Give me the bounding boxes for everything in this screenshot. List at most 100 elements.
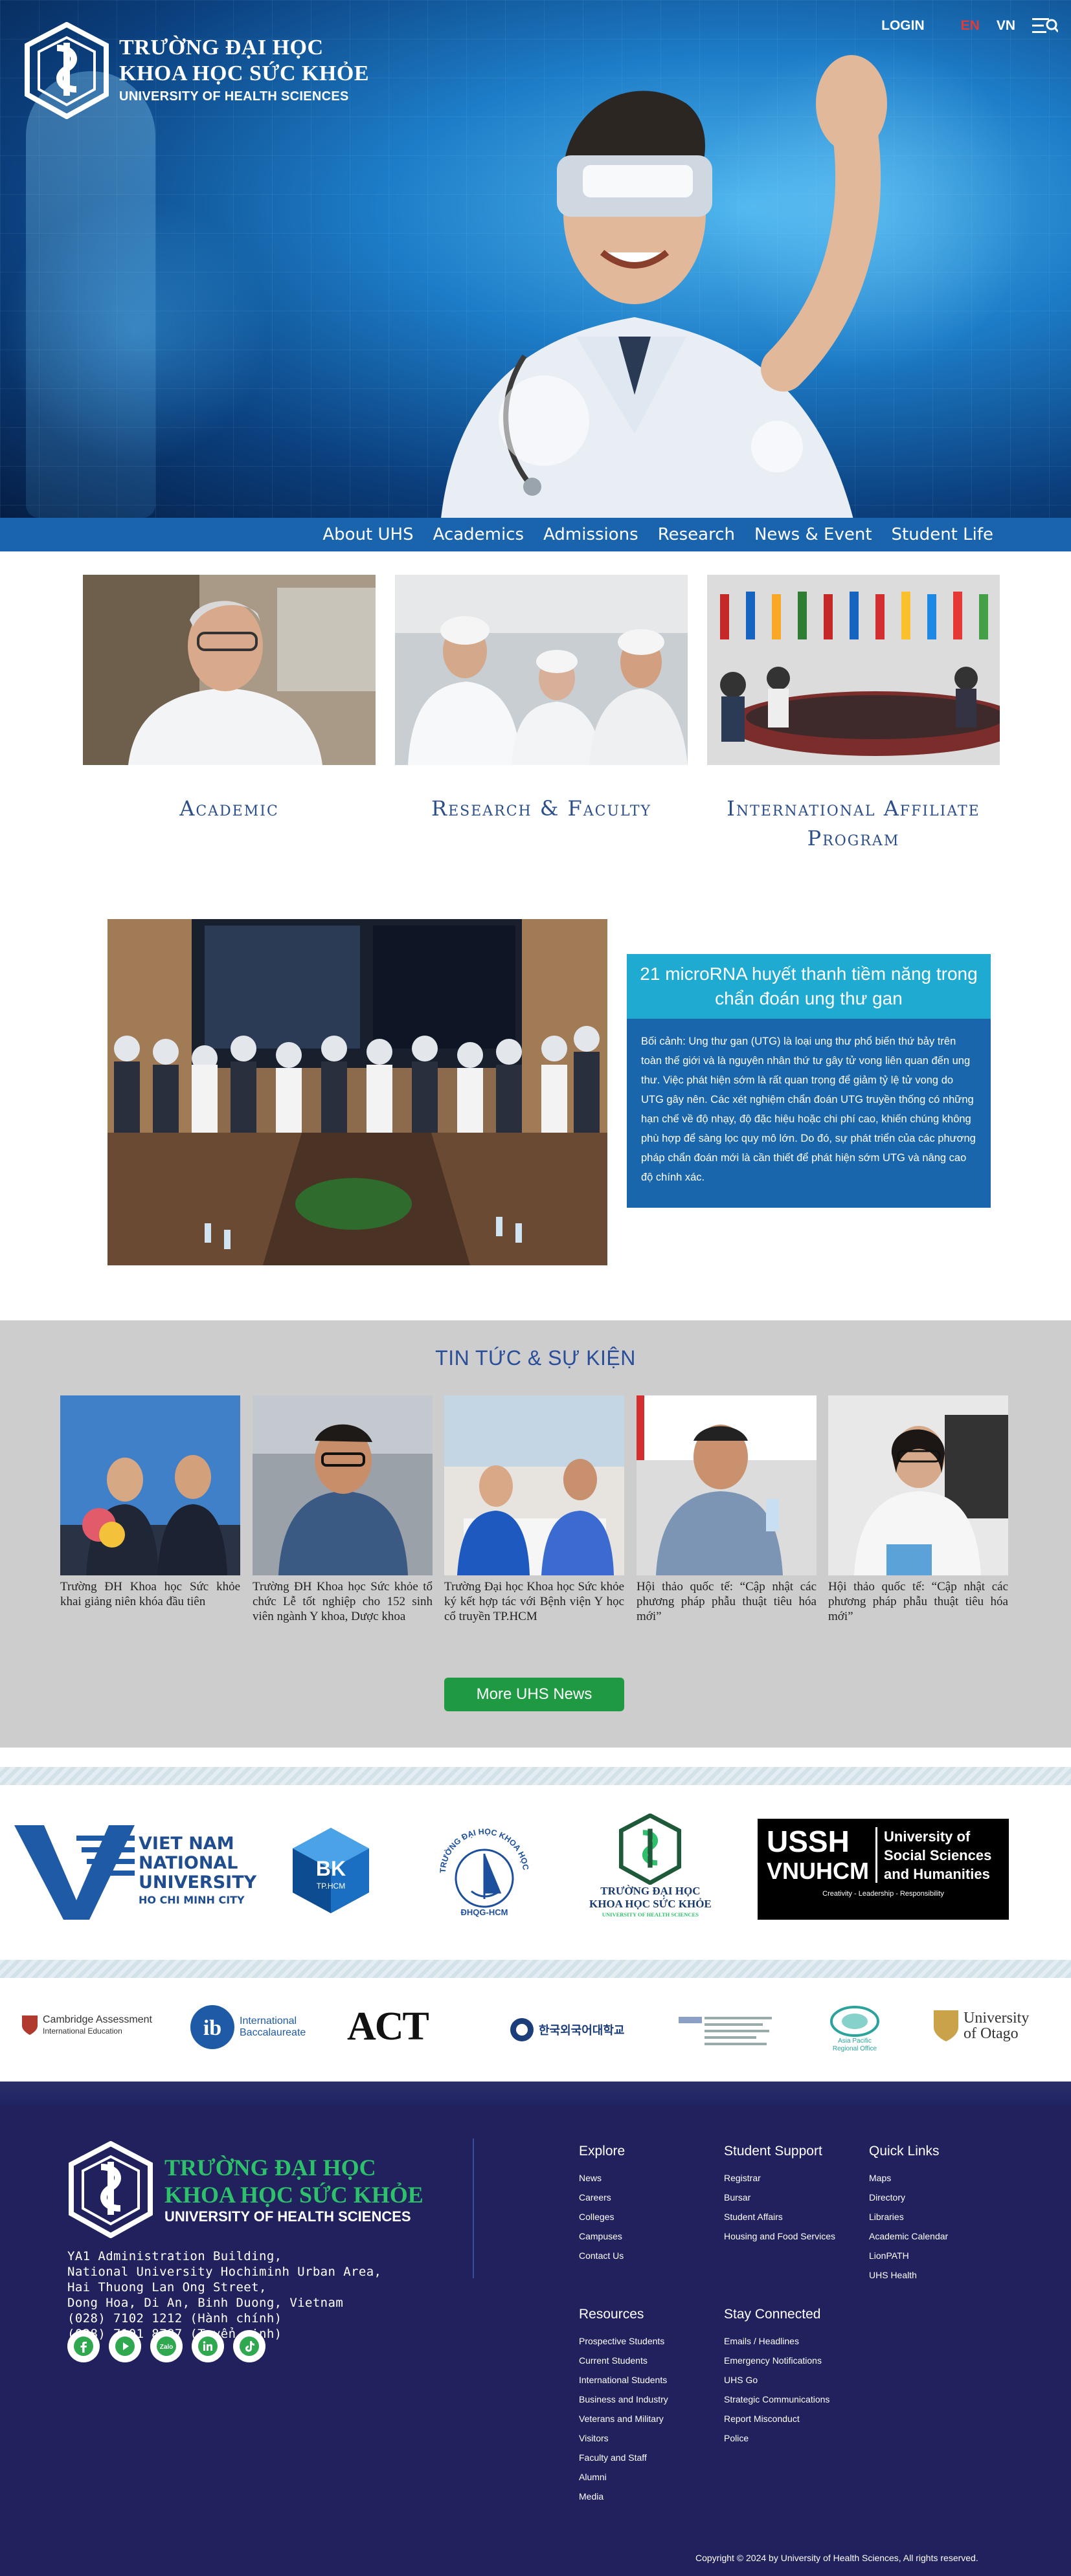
nav-news-event[interactable]: News & Event [754, 524, 872, 545]
main-navigation: About UHS Academics Admissions Research … [0, 518, 1071, 551]
news-caption[interactable]: Trường Đại học Khoa học Sức khỏe ký kết … [444, 1579, 624, 1624]
university-crest-icon [25, 22, 109, 119]
nav-student-life[interactable]: Student Life [892, 524, 993, 545]
linkedin-icon[interactable] [192, 2330, 224, 2362]
act-logo[interactable]: ACT [347, 2004, 429, 2050]
hufs-logo[interactable]: 한국외국어대학교 [509, 2017, 624, 2043]
vnu-emblem-icon [14, 1825, 135, 1920]
footer-link[interactable]: LionPATH [869, 2246, 948, 2265]
footer-link[interactable]: Registrar [724, 2168, 835, 2188]
news-caption[interactable]: Trường ĐH Khoa học Sức khỏe khai giảng n… [60, 1579, 240, 1609]
news-photo [253, 1395, 433, 1575]
footer-link[interactable]: Contact Us [579, 2246, 625, 2265]
ib-line-1: International [240, 2015, 297, 2026]
footer-logo-line-3: UNIVERSITY OF HEALTH SCIENCES [164, 2208, 411, 2225]
footer-link[interactable]: News [579, 2168, 625, 2188]
tiktok-icon[interactable] [233, 2330, 265, 2362]
vnu-hcm-logo[interactable]: VIET NAM NATIONAL UNIVERSITY HO CHI MINH… [12, 1823, 256, 1920]
site-logo[interactable]: TRƯỜNG ĐẠI HỌC KHOA HỌC SỨC KHỎE UNIVERS… [23, 22, 369, 119]
facebook-icon[interactable] [67, 2330, 100, 2362]
footer-link[interactable]: UHS Go [724, 2370, 829, 2390]
news-caption[interactable]: Hội thảo quốc tế: “Cập nhật các phương p… [637, 1579, 817, 1624]
footer-link[interactable]: Visitors [579, 2428, 668, 2448]
footer-link[interactable]: Housing and Food Services [724, 2226, 835, 2246]
footer-link[interactable]: Prospective Students [579, 2331, 668, 2351]
program-academic[interactable]: Academic [83, 575, 376, 823]
zalo-icon[interactable]: Zalo [150, 2330, 183, 2362]
footer-link[interactable]: Police [724, 2428, 829, 2448]
asia-pacific-logo[interactable]: Asia Pacific Regional Office [829, 2005, 881, 2053]
footer-link[interactable]: Veterans and Military [579, 2409, 668, 2428]
program-international-label: International Affiliate Program [727, 796, 980, 850]
uhs-partner-logo[interactable]: TRƯỜNG ĐẠI HỌC KHOA HỌC SỨC KHỎE UNIVERS… [589, 1814, 712, 1918]
phone-admin[interactable]: (028) 7102 1212 (Hành chính) [67, 2311, 381, 2326]
feature-article-title[interactable]: 21 microRNA huyết thanh tiềm năng trong … [627, 954, 991, 1019]
nav-about-uhs[interactable]: About UHS [322, 524, 413, 545]
footer-link[interactable]: Business and Industry [579, 2390, 668, 2409]
footer-link[interactable]: Colleges [579, 2207, 625, 2226]
partner-small-logo[interactable] [677, 2014, 774, 2050]
uhs-partner-line-2: KHOA HỌC SỨC KHỎE [589, 1898, 712, 1910]
hero-banner: TRƯỜNG ĐẠI HỌC KHOA HỌC SỨC KHỎE UNIVERS… [0, 0, 1071, 518]
language-en[interactable]: EN [961, 18, 980, 34]
news-item[interactable]: Trường ĐH Khoa học Sức khỏe khai giảng n… [60, 1395, 240, 1609]
news-item[interactable]: Hội thảo quốc tế: “Cập nhật các phương p… [637, 1395, 817, 1624]
vnu-line-4: HO CHI MINH CITY [139, 1894, 245, 1906]
pattern-band [0, 1767, 1071, 1785]
search-menu-icon[interactable] [1032, 17, 1058, 35]
footer-link[interactable]: Directory [869, 2188, 948, 2207]
footer-link[interactable]: Careers [579, 2188, 625, 2207]
login-link[interactable]: LOGIN [881, 18, 925, 34]
footer-link[interactable]: Current Students [579, 2351, 668, 2370]
nav-admissions[interactable]: Admissions [543, 524, 638, 545]
news-photo [60, 1395, 240, 1575]
footer-link[interactable]: Maps [869, 2168, 948, 2188]
news-caption[interactable]: Hội thảo quốc tế: “Cập nhật các phương p… [828, 1579, 1008, 1624]
footer-link[interactable]: Media [579, 2487, 668, 2506]
footer-link[interactable]: Academic Calendar [869, 2226, 948, 2246]
ussh-logo[interactable]: USSH VNUHCM University of Social Science… [758, 1819, 1009, 1920]
footer-explore-title: Explore [579, 2144, 626, 2159]
cambridge-logo[interactable]: Cambridge Assessment International Educa… [21, 2014, 152, 2036]
news-caption[interactable]: Trường ĐH Khoa học Sức khỏe tổ chức Lễ t… [253, 1579, 433, 1624]
ussh-line-1: University of [884, 1828, 971, 1845]
footer-link[interactable]: Libraries [869, 2207, 948, 2226]
footer-logo-line-1: TRƯỜNG ĐẠI HỌC [164, 2155, 376, 2181]
footer-link[interactable]: Emails / Headlines [724, 2331, 829, 2351]
more-news-button[interactable]: More UHS News [444, 1678, 624, 1711]
feature-article-card[interactable]: 21 microRNA huyết thanh tiềm năng trong … [627, 954, 991, 1208]
feature-photo[interactable] [107, 919, 607, 1265]
footer-link[interactable]: Campuses [579, 2226, 625, 2246]
footer-link[interactable]: Alumni [579, 2467, 668, 2487]
asia-line-1: Asia Pacific [838, 2037, 872, 2045]
vnu-line-2: NATIONAL [139, 1853, 238, 1873]
program-research-faculty[interactable]: Research & Faculty [395, 575, 688, 823]
youtube-icon[interactable] [109, 2330, 141, 2362]
pattern-band [0, 1960, 1071, 1978]
hcmus-logo[interactable]: TRƯỜNG ĐẠI HỌC KHOA HỌC TỰ NHIÊN ĐHQG-HC… [433, 1821, 536, 1918]
news-item[interactable]: Trường Đại học Khoa học Sức khỏe ký kết … [444, 1395, 624, 1624]
nav-academics[interactable]: Academics [433, 524, 524, 545]
news-item[interactable]: Trường ĐH Khoa học Sức khỏe tổ chức Lễ t… [253, 1395, 433, 1624]
footer-link[interactable]: Strategic Communications [724, 2390, 829, 2409]
otago-logo[interactable]: University of Otago [932, 2009, 1029, 2043]
ussh-vnuhcm: VNUHCM [767, 1858, 869, 1884]
bk-hcm-logo[interactable]: BK TP.HCM [289, 1825, 373, 1916]
footer-link[interactable]: Student Affairs [724, 2207, 835, 2226]
footer-link[interactable]: Faculty and Staff [579, 2448, 668, 2467]
footer-link[interactable]: International Students [579, 2370, 668, 2390]
footer-logo[interactable]: TRƯỜNG ĐẠI HỌC KHOA HỌC SỨC KHỎE UNIVERS… [67, 2141, 423, 2238]
language-vn[interactable]: VN [997, 18, 1015, 34]
address-line: YA1 Administration Building, [67, 2249, 282, 2263]
program-international[interactable]: International Affiliate Program [707, 575, 1000, 853]
footer-link[interactable]: Report Misconduct [724, 2409, 829, 2428]
footer-logo-line-2: KHOA HỌC SỨC KHỎE [164, 2182, 423, 2208]
ib-logo[interactable]: ib International Baccalaureate [189, 2004, 306, 2050]
nav-research[interactable]: Research [658, 524, 735, 545]
footer-link[interactable]: Bursar [724, 2188, 835, 2207]
international-photo [707, 575, 1000, 765]
logo-line-3: UNIVERSITY OF HEALTH SCIENCES [119, 89, 349, 104]
footer-link[interactable]: UHS Health [869, 2265, 948, 2285]
news-item[interactable]: Hội thảo quốc tế: “Cập nhật các phương p… [828, 1395, 1008, 1624]
footer-link[interactable]: Emergency Notifications [724, 2351, 829, 2370]
